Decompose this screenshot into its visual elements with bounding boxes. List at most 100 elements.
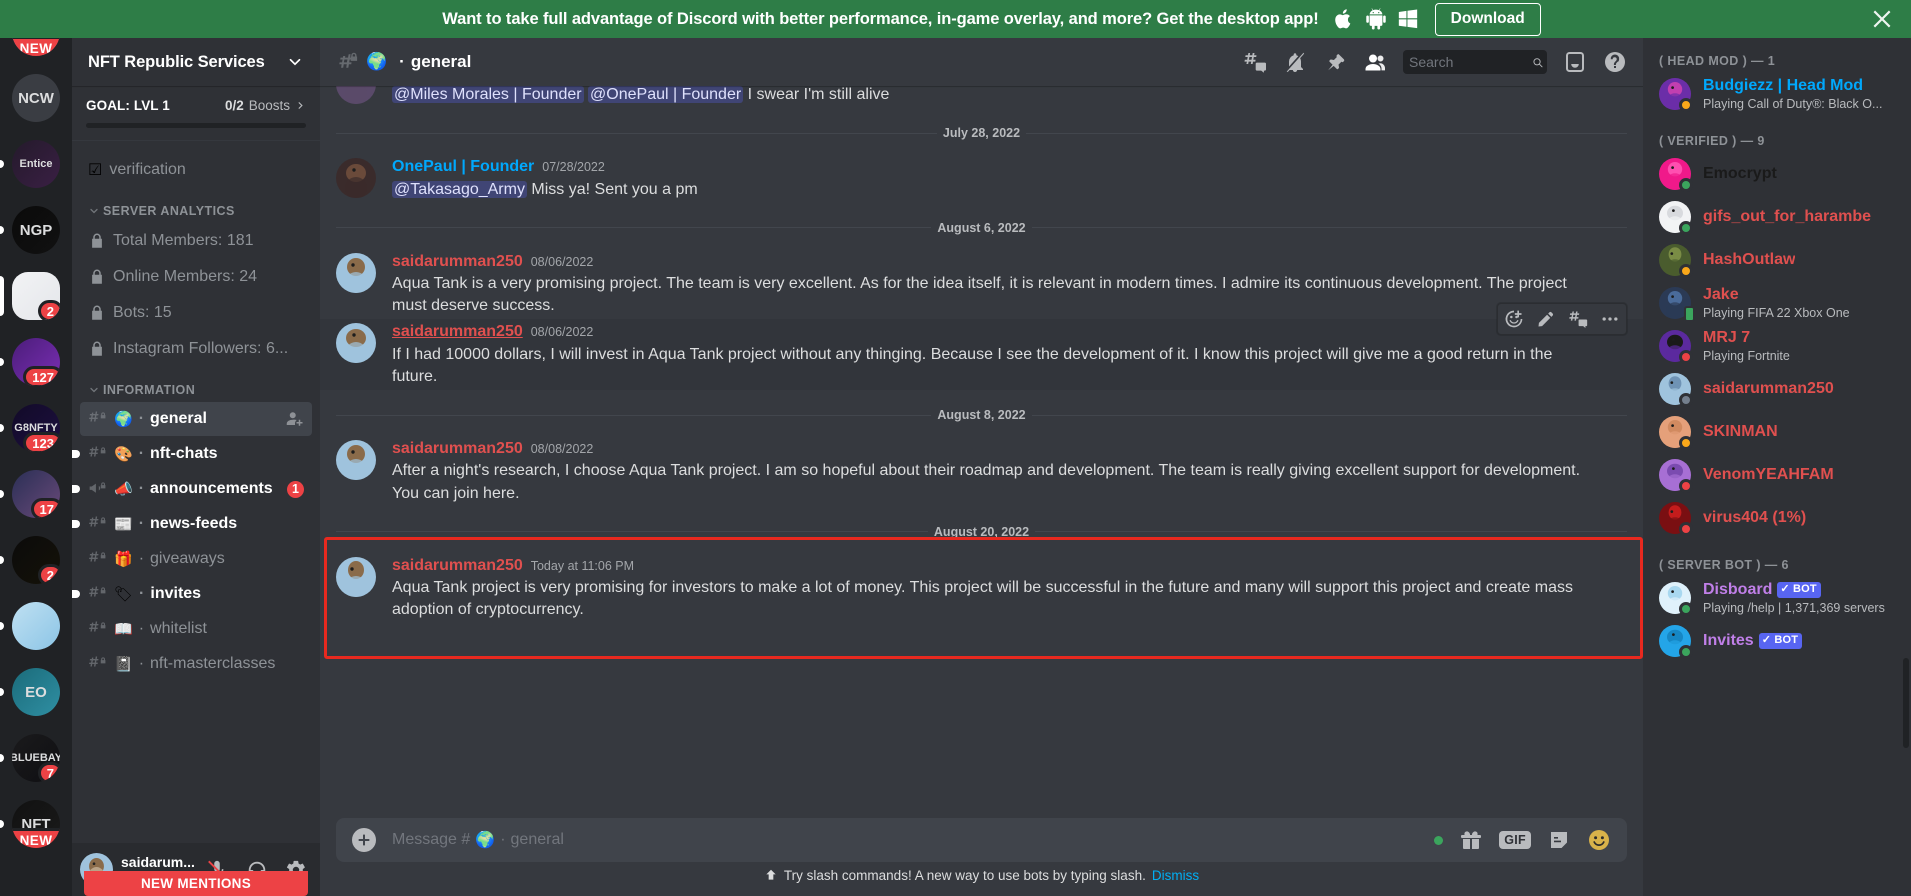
edit-button[interactable] (1530, 303, 1562, 335)
message-author[interactable]: OnePaul | Founder (392, 156, 534, 178)
member-row[interactable]: gifs_out_for_harambe (1651, 196, 1903, 238)
message-avatar[interactable] (336, 158, 376, 199)
member-row[interactable]: SKINMAN (1651, 411, 1903, 453)
message-avatar[interactable] (336, 440, 376, 481)
guild-icon[interactable]: 2 (12, 536, 60, 584)
new-mentions-banner[interactable]: NEW MENTIONS (84, 871, 308, 896)
message-avatar[interactable] (336, 323, 376, 364)
sidebar-channel-general[interactable]: 🌍 · general (80, 402, 312, 436)
message-composer[interactable]: Message # 🌍 · general GIF (336, 818, 1627, 862)
dismiss-link[interactable]: Dismiss (1152, 868, 1199, 883)
notification-settings-button[interactable] (1275, 42, 1315, 82)
sidebar-channel-announcements[interactable]: 📣 · announcements 1 (72, 472, 312, 506)
attach-button[interactable] (352, 828, 376, 852)
emoji-button[interactable] (1587, 828, 1611, 852)
analytics-row[interactable]: Total Members: 181 (80, 223, 312, 258)
sidebar-channel-news-feeds[interactable]: 📰 · news-feeds (72, 507, 312, 541)
mention[interactable]: @Takasago_Army (392, 180, 527, 198)
guild-icon[interactable]: G8NFTY 123 (12, 404, 60, 452)
chat-message[interactable]: Takasago_Army 07/12/2022@Miles Morales |… (320, 86, 1643, 108)
gif-button[interactable]: GIF (1499, 831, 1531, 849)
guild-item[interactable]: BLUEBAY 7 (0, 730, 72, 786)
create-invite-icon[interactable] (286, 410, 304, 428)
guild-icon[interactable]: Entice (12, 140, 60, 188)
member-row[interactable]: MRJ 7 Playing Fortnite (1651, 325, 1903, 367)
guild-icon[interactable]: 107NEW (12, 38, 60, 56)
member-row[interactable]: Invites ✓ BOT (1651, 620, 1903, 662)
member-row[interactable]: Emocrypt (1651, 153, 1903, 195)
message-hover-toolbar[interactable] (1497, 303, 1627, 336)
member-row[interactable]: Budgiezz | Head Mod Playing Call of Duty… (1651, 73, 1903, 115)
guild-item[interactable]: EO (0, 664, 72, 720)
guild-icon[interactable] (12, 602, 60, 650)
message-avatar[interactable] (336, 252, 376, 293)
message-avatar[interactable] (336, 86, 376, 104)
chat-message[interactable]: saidarumman250 08/08/2022 After a night's… (320, 436, 1643, 507)
search-box[interactable] (1403, 50, 1547, 74)
search-input[interactable] (1409, 54, 1532, 70)
avatar[interactable] (1659, 459, 1693, 493)
chat-message[interactable]: saidarumman250 Today at 11:06 PM Aqua Tan… (320, 553, 1643, 624)
message-author[interactable]: saidarumman250 (392, 321, 523, 343)
guild-item[interactable]: 17 (0, 466, 72, 522)
category-server-analytics[interactable]: SERVER ANALYTICS (80, 188, 312, 222)
sidebar-channel-nft-masterclasses[interactable]: 📓 · nft-masterclasses (80, 647, 312, 681)
avatar[interactable] (1659, 158, 1693, 192)
member-list[interactable]: ( HEAD MOD ) — 1 Budgiezz | Head Mod Pla… (1643, 38, 1911, 896)
threads-button[interactable] (1235, 42, 1275, 82)
message-author[interactable]: saidarumman250 (392, 251, 523, 273)
more-options-button[interactable] (1594, 303, 1626, 335)
guild-item[interactable]: 2 (0, 268, 72, 324)
guild-item[interactable]: 2 (0, 532, 72, 588)
guild-item[interactable]: NCW (0, 70, 72, 126)
chevron-down-icon[interactable] (286, 53, 304, 71)
sidebar-channel-giveaways[interactable]: 🎁 · giveaways (80, 542, 312, 576)
sticker-button[interactable] (1547, 828, 1571, 852)
sidebar-item-verification[interactable]: ☑ verification (80, 152, 312, 187)
member-row[interactable]: VenomYEAHFAM (1651, 454, 1903, 496)
member-row[interactable]: Disboard ✓ BOT Playing /help | 1,371,369… (1651, 577, 1903, 619)
inbox-button[interactable] (1555, 42, 1595, 82)
download-button[interactable]: Download (1434, 2, 1541, 36)
create-thread-button[interactable] (1562, 303, 1594, 335)
guild-item[interactable] (0, 598, 72, 654)
avatar[interactable] (1659, 78, 1693, 112)
sidebar-channel-whitelist[interactable]: 📖 · whitelist (80, 612, 312, 646)
guild-item[interactable]: G8NFTY 123 (0, 400, 72, 456)
chat-message[interactable]: saidarumman250 08/06/2022 If I had 10000 … (320, 303, 1643, 391)
sidebar-channel-nft-chats[interactable]: 🎨 · nft-chats (72, 437, 312, 471)
analytics-row[interactable]: Bots: 15 (80, 295, 312, 330)
guild-item[interactable]: NGP (0, 202, 72, 258)
guild-item[interactable]: Entice (0, 136, 72, 192)
pinned-messages-button[interactable] (1315, 42, 1355, 82)
add-reaction-button[interactable] (1498, 303, 1530, 335)
member-list-toggle[interactable] (1355, 42, 1395, 82)
avatar[interactable] (1659, 201, 1693, 235)
member-row[interactable]: HashOutlaw (1651, 239, 1903, 281)
chat-message[interactable]: OnePaul | Founder 07/28/2022 @Takasago_Ar… (320, 154, 1643, 202)
composer-placeholder[interactable]: Message # 🌍 · general (392, 830, 1418, 850)
channel-list[interactable]: ☑ verification SERVER ANALYTICS Total Me… (72, 141, 320, 843)
member-list-scrollbar[interactable] (1903, 658, 1909, 748)
category-information[interactable]: INFORMATION (80, 367, 312, 401)
avatar[interactable] (1659, 330, 1693, 364)
guild-icon[interactable]: BLUEBAY 7 (12, 734, 60, 782)
guild-icon[interactable]: NGP (12, 206, 60, 254)
close-icon[interactable] (1869, 6, 1895, 32)
guild-item[interactable]: 107NEW (0, 38, 72, 60)
help-button[interactable] (1595, 42, 1635, 82)
avatar[interactable] (1659, 582, 1693, 616)
avatar[interactable] (1659, 625, 1693, 659)
message-author[interactable]: saidarumman250 (392, 438, 523, 460)
analytics-row[interactable]: Instagram Followers: 6... (80, 331, 312, 366)
avatar[interactable] (1659, 287, 1695, 322)
chat-message[interactable]: saidarumman250 08/06/2022 Aqua Tank is a … (320, 249, 1643, 320)
avatar[interactable] (1659, 502, 1693, 536)
guild-icon[interactable]: 127 (12, 338, 60, 386)
avatar[interactable] (1659, 373, 1693, 407)
guild-icon[interactable]: EO (12, 668, 60, 716)
guild-item[interactable]: NFT NEW (0, 796, 72, 852)
analytics-row[interactable]: Online Members: 24 (80, 259, 312, 294)
member-row[interactable]: Jake Playing FIFA 22 Xbox One (1651, 282, 1903, 324)
sidebar-channel-invites[interactable]: 🏷 · invites (72, 577, 312, 611)
